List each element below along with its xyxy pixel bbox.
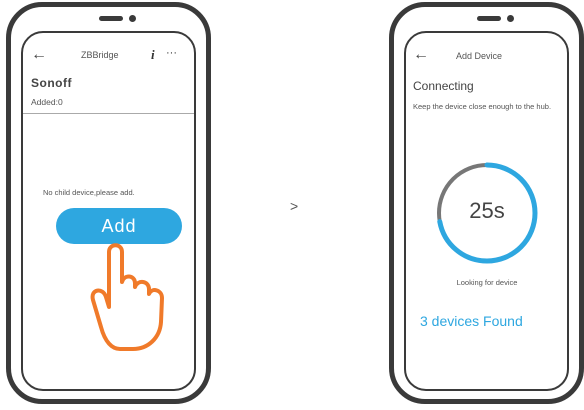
camera-dot <box>129 15 136 22</box>
page-title: ZBBridge <box>81 50 119 60</box>
phone-right: ← Add Device Connecting Keep the device … <box>389 2 584 404</box>
proximity-hint: Keep the device close enough to the hub. <box>413 102 552 111</box>
countdown-timer: 25s <box>469 198 505 223</box>
speaker-slot <box>477 16 501 21</box>
speaker-slot <box>99 16 123 21</box>
connecting-status: Connecting <box>413 79 474 93</box>
devices-found: 3 devices Found <box>420 313 523 329</box>
more-icon[interactable]: ··· <box>166 47 177 59</box>
back-arrow-icon[interactable]: ← <box>31 47 47 63</box>
brand-logo: Sonoff <box>31 76 72 90</box>
divider <box>23 113 194 114</box>
pointing-hand-icon <box>90 243 164 351</box>
info-icon[interactable]: i <box>151 47 155 63</box>
added-count: Added:0 <box>31 97 63 107</box>
page-title: Add Device <box>456 51 503 61</box>
camera-dot <box>507 15 514 22</box>
empty-message: No child device,please add. <box>43 188 135 197</box>
add-device-screen: ← Add Device Connecting Keep the device … <box>404 31 569 391</box>
looking-label: Looking for device <box>456 278 518 287</box>
step-arrow: > <box>290 198 299 214</box>
back-arrow-icon[interactable]: ← <box>413 47 429 63</box>
